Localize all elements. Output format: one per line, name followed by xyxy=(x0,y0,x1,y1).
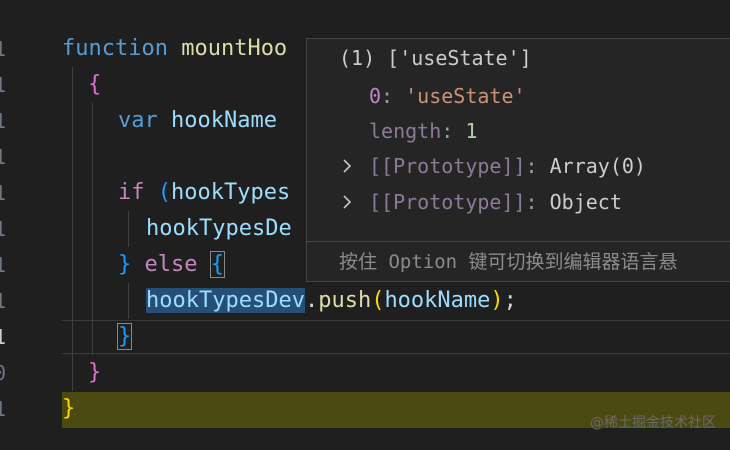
variable-token: hookTypesDe xyxy=(146,216,292,241)
variable-token: hookTypes xyxy=(171,180,291,205)
property-colon: : xyxy=(525,190,550,214)
property-value: 1 xyxy=(465,119,478,143)
property-key: 0 xyxy=(369,84,382,108)
variable-token: hookName xyxy=(171,108,277,133)
property-colon: : xyxy=(441,119,466,143)
line-number: 1 xyxy=(0,109,7,133)
watermark: @稀土掘金技术社区 xyxy=(590,415,716,431)
method-token: push xyxy=(318,288,372,313)
property-key: [[Prototype]] xyxy=(369,190,526,214)
line-number-gutter: 1 1 1 1 1 1 1 1 1 0 1 xyxy=(0,0,14,450)
code-line-11[interactable]: } xyxy=(62,391,75,427)
function-name-token: mountHoo xyxy=(181,36,288,61)
hover-title: (1) ['useState'] xyxy=(339,46,532,70)
code-line-7[interactable]: } else { xyxy=(118,247,226,283)
paren-token: ( xyxy=(371,288,385,313)
property-colon: : xyxy=(381,84,406,108)
property-value: Object xyxy=(549,190,622,214)
code-editor[interactable]: 1 1 1 1 1 1 1 1 1 0 1 function mountHoo … xyxy=(0,0,730,450)
code-line-9[interactable]: } xyxy=(116,319,133,355)
chevron-right-icon[interactable] xyxy=(341,185,353,219)
brace-token: } xyxy=(88,360,102,385)
brace-token: } xyxy=(116,323,133,350)
hover-divider xyxy=(307,241,730,242)
code-line-3[interactable]: var hookName xyxy=(118,103,277,139)
line-number: 1 xyxy=(0,217,7,241)
code-line-10[interactable]: } xyxy=(88,355,101,391)
indent-guide xyxy=(128,283,129,319)
brace-token: } xyxy=(62,396,76,421)
property-key: length xyxy=(369,119,442,143)
keyword-token: function xyxy=(62,36,168,61)
line-number-active: 1 xyxy=(0,325,7,349)
line-number: 1 xyxy=(0,289,7,313)
keyword-token: if xyxy=(118,180,145,205)
line-number: 0 xyxy=(0,361,7,385)
variable-token: hookTypesDev xyxy=(146,288,305,313)
paren-token: ( xyxy=(157,180,171,205)
chevron-right-icon[interactable] xyxy=(341,149,353,183)
line-number: 1 xyxy=(0,145,7,169)
paren-token: ) xyxy=(490,288,504,313)
debug-hover-widget[interactable]: (1) ['useState'] 0: 'useState' length: 1… xyxy=(306,38,730,282)
keyword-token: else xyxy=(144,252,198,277)
punct-token: . xyxy=(304,288,319,313)
line-number: 1 xyxy=(0,37,7,61)
code-line-1[interactable]: function mountHoo xyxy=(62,31,287,67)
line-number: 1 xyxy=(0,73,7,97)
hover-status-hint: 按住 Option 键可切换到编辑器语言悬 xyxy=(339,251,678,273)
hover-item-prototype-object[interactable]: [[Prototype]]: Object xyxy=(369,185,622,219)
indent-guide xyxy=(72,67,73,391)
brace-token: { xyxy=(209,251,226,278)
property-value: 'useState' xyxy=(405,84,526,108)
property-value: Array(0) xyxy=(549,154,646,178)
hover-item-prototype-array[interactable]: [[Prototype]]: Array(0) xyxy=(369,149,646,183)
indent-guide xyxy=(92,103,93,355)
line-number: 1 xyxy=(0,181,7,205)
brace-token: } xyxy=(118,252,132,277)
code-line-5[interactable]: if (hookTypes xyxy=(118,175,290,211)
indent-guide xyxy=(128,211,129,247)
line-number: 1 xyxy=(0,397,7,421)
property-colon: : xyxy=(525,154,550,178)
code-line-8[interactable]: hookTypesDev.push(hookName); xyxy=(146,283,517,319)
code-line-6[interactable]: hookTypesDe xyxy=(146,211,292,247)
current-line-highlight xyxy=(62,320,730,354)
keyword-token: var xyxy=(118,108,158,133)
hover-item-length[interactable]: length: 1 xyxy=(369,114,477,148)
punct-token: ; xyxy=(503,288,517,313)
property-key: [[Prototype]] xyxy=(369,154,526,178)
brace-token: { xyxy=(88,72,102,97)
variable-token: hookName xyxy=(384,288,491,313)
code-line-2[interactable]: { xyxy=(88,67,101,103)
line-number: 1 xyxy=(0,253,7,277)
hover-item-0[interactable]: 0: 'useState' xyxy=(369,79,526,113)
